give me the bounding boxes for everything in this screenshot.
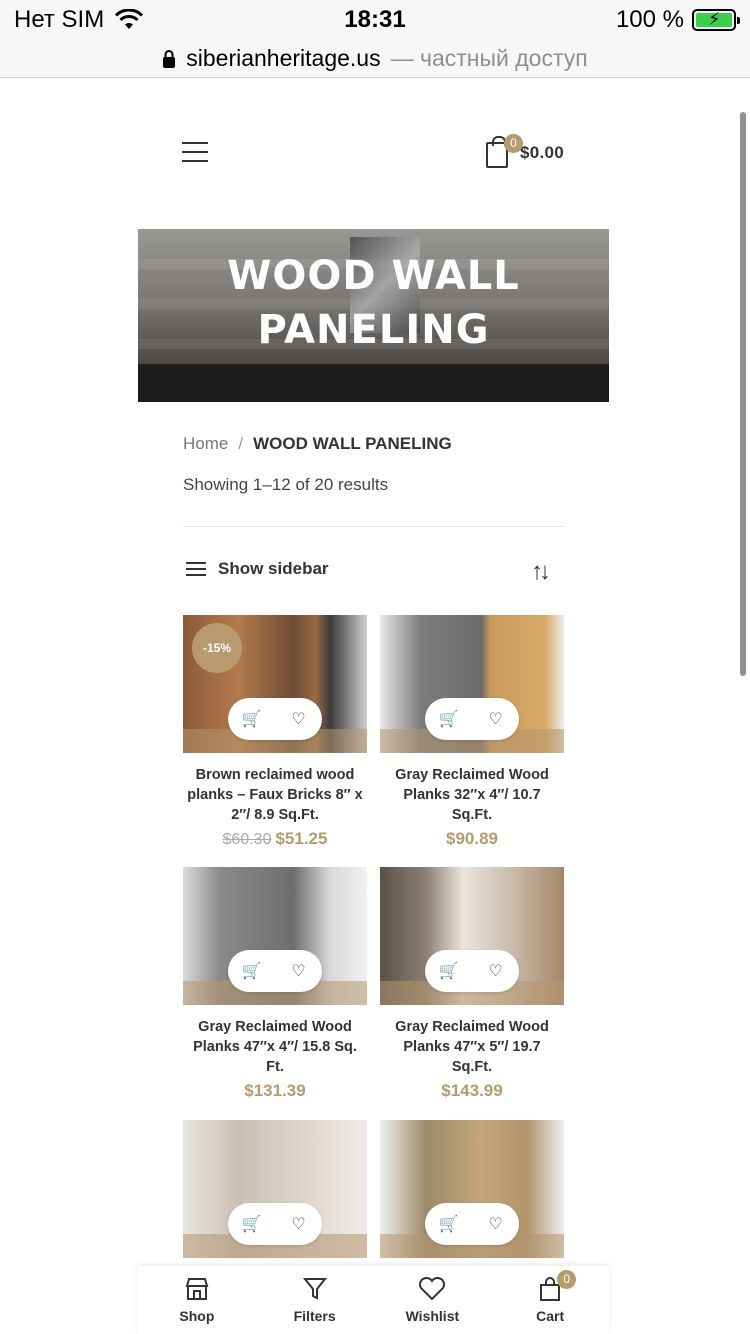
- product-price: $131.39: [244, 1081, 306, 1100]
- product-image[interactable]: -15% 🛒 ♡: [183, 615, 367, 753]
- product-image[interactable]: 🛒 ♡: [183, 867, 367, 1005]
- bottom-nav: Shop Filters Wishlist 0 Cart: [138, 1266, 609, 1334]
- product-card: -15% 🛒 ♡ Brown reclaimed wood planks – F…: [183, 615, 367, 849]
- nav-label: Filters: [293, 1308, 336, 1324]
- product-name[interactable]: Gray Reclaimed Wood Planks 47″x 4″/ 15.8…: [183, 1017, 367, 1077]
- heart-icon: [418, 1276, 446, 1304]
- product-price: $90.89: [446, 829, 498, 848]
- product-card: 🛒 ♡: [183, 1120, 367, 1258]
- product-card: 🛒 ♡ Gray Reclaimed Wood Planks 32″x 4″/ …: [380, 615, 564, 849]
- breadcrumb-current: WOOD WALL PANELING: [253, 434, 452, 453]
- wishlist-heart-icon[interactable]: ♡: [481, 1214, 511, 1234]
- wishlist-heart-icon[interactable]: ♡: [284, 961, 314, 981]
- add-to-cart-icon[interactable]: 🛒: [237, 961, 267, 981]
- sale-badge: -15%: [192, 623, 242, 673]
- add-to-cart-icon[interactable]: 🛒: [237, 709, 267, 729]
- wishlist-heart-icon[interactable]: ♡: [481, 709, 511, 729]
- add-to-cart-icon[interactable]: 🛒: [434, 961, 464, 981]
- old-price: $60.30: [222, 831, 272, 848]
- battery-icon: ⚡: [692, 9, 740, 31]
- wishlist-heart-icon[interactable]: ♡: [284, 709, 314, 729]
- show-sidebar-button[interactable]: Show sidebar: [186, 558, 329, 580]
- cart-count-badge: 0: [504, 134, 523, 153]
- product-price: $143.99: [441, 1081, 503, 1100]
- menu-icon[interactable]: [182, 142, 208, 164]
- page-scrollbar[interactable]: [740, 112, 746, 676]
- product-card: 🛒 ♡ Gray Reclaimed Wood Planks 47″x 4″/ …: [183, 867, 367, 1101]
- add-to-cart-icon[interactable]: 🛒: [434, 709, 464, 729]
- product-actions: 🛒 ♡: [228, 1203, 322, 1245]
- battery-percent: 100 %: [615, 6, 684, 33]
- filter-icon: [302, 1276, 327, 1304]
- nav-label: Shop: [179, 1308, 215, 1324]
- sort-icon[interactable]: ↑↓: [531, 558, 551, 586]
- product-name[interactable]: Gray Reclaimed Wood Planks 47″x 5″/ 19.7…: [380, 1017, 564, 1077]
- sale-price: $51.25: [275, 829, 328, 848]
- product-image[interactable]: 🛒 ♡: [380, 867, 564, 1005]
- add-to-cart-icon[interactable]: 🛒: [434, 1214, 464, 1234]
- cart-nav-badge: 0: [557, 1270, 577, 1289]
- address-bar[interactable]: siberianheritage.us — частный доступ: [0, 40, 750, 78]
- breadcrumb-home-link[interactable]: Home: [183, 434, 228, 454]
- wishlist-heart-icon[interactable]: ♡: [284, 1214, 314, 1234]
- private-label: — частный доступ: [390, 45, 588, 71]
- header-cart-button[interactable]: 0 $0.00: [486, 134, 565, 168]
- nav-shop[interactable]: Shop: [138, 1266, 256, 1334]
- results-count: Showing 1–12 of 20 results: [183, 475, 389, 494]
- product-name[interactable]: Brown reclaimed wood planks – Faux Brick…: [183, 765, 367, 825]
- store-icon: [184, 1276, 210, 1304]
- cart-total: $0.00: [520, 143, 565, 162]
- url-host: siberianheritage.us: [186, 45, 381, 71]
- add-to-cart-icon[interactable]: 🛒: [237, 1214, 267, 1234]
- product-actions: 🛒 ♡: [425, 950, 519, 992]
- show-sidebar-label: Show sidebar: [218, 559, 329, 578]
- product-actions: 🛒 ♡: [228, 950, 322, 992]
- banner-title: WOOD WALL PANELING: [227, 253, 520, 353]
- nav-cart[interactable]: 0 Cart: [491, 1266, 609, 1334]
- product-price: $60.30 $51.25: [183, 829, 367, 849]
- status-right: 100 % ⚡: [615, 6, 740, 34]
- nav-wishlist[interactable]: Wishlist: [374, 1266, 492, 1334]
- product-image[interactable]: 🛒 ♡: [380, 615, 564, 753]
- lock-icon: [163, 49, 176, 68]
- product-name[interactable]: Gray Reclaimed Wood Planks 32″x 4″/ 10.7…: [380, 765, 564, 825]
- divider: [183, 526, 564, 527]
- product-card: 🛒 ♡: [380, 1120, 564, 1258]
- product-actions: 🛒 ♡: [425, 1203, 519, 1245]
- nav-filters[interactable]: Filters: [256, 1266, 374, 1334]
- product-image[interactable]: 🛒 ♡: [380, 1120, 564, 1258]
- sidebar-menu-icon: [186, 558, 206, 580]
- nav-label: Wishlist: [405, 1308, 460, 1324]
- category-banner: WOOD WALL PANELING: [138, 229, 609, 402]
- status-bar: Нет SIM 18:31 100 % ⚡: [0, 0, 750, 40]
- product-card: 🛒 ♡ Gray Reclaimed Wood Planks 47″x 5″/ …: [380, 867, 564, 1101]
- product-actions: 🛒 ♡: [425, 698, 519, 740]
- product-image[interactable]: 🛒 ♡: [183, 1120, 367, 1258]
- breadcrumb-separator: /: [238, 434, 244, 453]
- wishlist-heart-icon[interactable]: ♡: [481, 961, 511, 981]
- nav-label: Cart: [536, 1308, 565, 1324]
- product-actions: 🛒 ♡: [228, 698, 322, 740]
- breadcrumb: Home / WOOD WALL PANELING: [183, 434, 452, 454]
